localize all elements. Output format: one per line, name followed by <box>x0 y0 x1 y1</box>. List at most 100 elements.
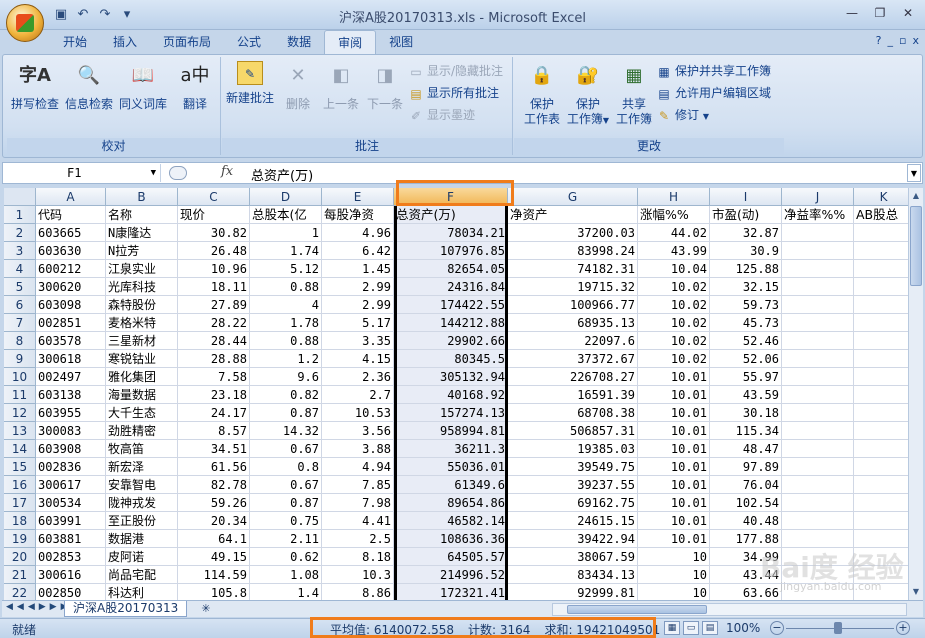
scroll-up-icon[interactable]: ▲ <box>909 188 923 204</box>
cell-g21[interactable]: 83434.13 <box>508 566 638 584</box>
cell-g11[interactable]: 16591.39 <box>508 386 638 404</box>
row-header[interactable]: 1 <box>4 206 36 224</box>
cell-h17[interactable]: 10.01 <box>638 494 710 512</box>
cell-b10[interactable]: 雅化集团 <box>106 368 178 386</box>
cell-e8[interactable]: 3.35 <box>322 332 394 350</box>
cell-k14[interactable] <box>854 440 908 458</box>
cell-k13[interactable] <box>854 422 908 440</box>
cell-f13[interactable]: 958994.81 <box>394 422 508 440</box>
cell-b3[interactable]: N拉芳 <box>106 242 178 260</box>
cell-c22[interactable]: 105.8 <box>178 584 250 600</box>
cell-h21[interactable]: 10 <box>638 566 710 584</box>
page-layout-view-icon[interactable]: ▭ <box>683 621 699 635</box>
row-header[interactable]: 18 <box>4 512 36 530</box>
worksheet-grid[interactable]: A B C D E F G H I J K 1 代码 名称 现价 总股本(亿 每股净资 总资产(万) 净资产 涨幅%%… <box>4 188 908 600</box>
cell-g20[interactable]: 38067.59 <box>508 548 638 566</box>
column-header-k[interactable]: K <box>854 188 908 206</box>
column-header-j[interactable]: J <box>782 188 854 206</box>
cell-c14[interactable]: 34.51 <box>178 440 250 458</box>
cell-b4[interactable]: 江泉实业 <box>106 260 178 278</box>
research-button[interactable]: 🔍 信息检索 <box>63 61 115 112</box>
cell-k4[interactable] <box>854 260 908 278</box>
cell-h12[interactable]: 10.01 <box>638 404 710 422</box>
cell-f6[interactable]: 174422.55 <box>394 296 508 314</box>
row-header[interactable]: 11 <box>4 386 36 404</box>
cell-g5[interactable]: 19715.32 <box>508 278 638 296</box>
cell-f19[interactable]: 108636.36 <box>394 530 508 548</box>
cell-j7[interactable] <box>782 314 854 332</box>
column-header-c[interactable]: C <box>178 188 250 206</box>
cell-e15[interactable]: 4.94 <box>322 458 394 476</box>
cell-f9[interactable]: 80345.5 <box>394 350 508 368</box>
column-header-a[interactable]: A <box>36 188 106 206</box>
cell-d18[interactable]: 0.75 <box>250 512 322 530</box>
cell-g8[interactable]: 22097.6 <box>508 332 638 350</box>
cell-i12[interactable]: 30.18 <box>710 404 782 422</box>
cell-j9[interactable] <box>782 350 854 368</box>
cell-e4[interactable]: 1.45 <box>322 260 394 278</box>
cell-a2[interactable]: 603665 <box>36 224 106 242</box>
row-header[interactable]: 4 <box>4 260 36 278</box>
cell-b13[interactable]: 劲胜精密 <box>106 422 178 440</box>
cell-d9[interactable]: 1.2 <box>250 350 322 368</box>
cell-a20[interactable]: 002853 <box>36 548 106 566</box>
cell-b2[interactable]: N康隆达 <box>106 224 178 242</box>
cell-h13[interactable]: 10.01 <box>638 422 710 440</box>
cell-i9[interactable]: 52.06 <box>710 350 782 368</box>
cell-c7[interactable]: 28.22 <box>178 314 250 332</box>
cell-f20[interactable]: 64505.57 <box>394 548 508 566</box>
insert-sheet-icon[interactable]: ✳ <box>196 602 216 616</box>
cell-k15[interactable] <box>854 458 908 476</box>
cell-g19[interactable]: 39422.94 <box>508 530 638 548</box>
allow-edit-ranges-button[interactable]: ▤ 允许用户编辑区域 <box>656 83 771 103</box>
cell-k5[interactable] <box>854 278 908 296</box>
cell-h16[interactable]: 10.01 <box>638 476 710 494</box>
cell-d14[interactable]: 0.67 <box>250 440 322 458</box>
show-all-comments-button[interactable]: ▤ 显示所有批注 <box>408 83 499 103</box>
row-header[interactable]: 10 <box>4 368 36 386</box>
cell-i8[interactable]: 52.46 <box>710 332 782 350</box>
cell-d20[interactable]: 0.62 <box>250 548 322 566</box>
cell-i2[interactable]: 32.87 <box>710 224 782 242</box>
track-changes-button[interactable]: ✎ 修订 ▼ <box>656 105 709 125</box>
cell-b18[interactable]: 至正股份 <box>106 512 178 530</box>
cell-g3[interactable]: 83998.24 <box>508 242 638 260</box>
cell-d8[interactable]: 0.88 <box>250 332 322 350</box>
cell-e12[interactable]: 10.53 <box>322 404 394 422</box>
cell-h3[interactable]: 43.99 <box>638 242 710 260</box>
cell-c5[interactable]: 18.11 <box>178 278 250 296</box>
cell-j5[interactable] <box>782 278 854 296</box>
protect-sheet-button[interactable]: 🔒 保护 工作表 <box>516 61 568 127</box>
protect-workbook-button[interactable]: 🔐 保护 工作簿▼ <box>562 61 614 128</box>
cell-h20[interactable]: 10 <box>638 548 710 566</box>
next-comment-button[interactable]: ◨ 下一条 <box>362 61 408 112</box>
cell-h5[interactable]: 10.02 <box>638 278 710 296</box>
cell-i7[interactable]: 45.73 <box>710 314 782 332</box>
cell-f4[interactable]: 82654.05 <box>394 260 508 278</box>
cell-e18[interactable]: 4.41 <box>322 512 394 530</box>
cell-a21[interactable]: 300616 <box>36 566 106 584</box>
cell-g18[interactable]: 24615.15 <box>508 512 638 530</box>
cell-c4[interactable]: 10.96 <box>178 260 250 278</box>
select-all-corner[interactable] <box>4 188 36 206</box>
cell-k8[interactable] <box>854 332 908 350</box>
normal-view-icon[interactable]: ▦ <box>664 621 680 635</box>
cell-d22[interactable]: 1.4 <box>250 584 322 600</box>
cell-h11[interactable]: 10.01 <box>638 386 710 404</box>
cell-e7[interactable]: 5.17 <box>322 314 394 332</box>
cell-k1[interactable]: AB股总 <box>854 206 908 224</box>
row-header[interactable]: 15 <box>4 458 36 476</box>
page-break-view-icon[interactable]: ▤ <box>702 621 718 635</box>
cell-c3[interactable]: 26.48 <box>178 242 250 260</box>
cell-a3[interactable]: 603630 <box>36 242 106 260</box>
cell-k3[interactable] <box>854 242 908 260</box>
insert-function-icon[interactable]: fx <box>221 164 233 179</box>
cell-j12[interactable] <box>782 404 854 422</box>
cell-e19[interactable]: 2.5 <box>322 530 394 548</box>
cell-e14[interactable]: 3.88 <box>322 440 394 458</box>
zoom-knob[interactable] <box>834 622 842 634</box>
cell-c12[interactable]: 24.17 <box>178 404 250 422</box>
thesaurus-button[interactable]: 📖 同义词库 <box>117 61 169 112</box>
cell-f14[interactable]: 36211.3 <box>394 440 508 458</box>
cell-e5[interactable]: 2.99 <box>322 278 394 296</box>
